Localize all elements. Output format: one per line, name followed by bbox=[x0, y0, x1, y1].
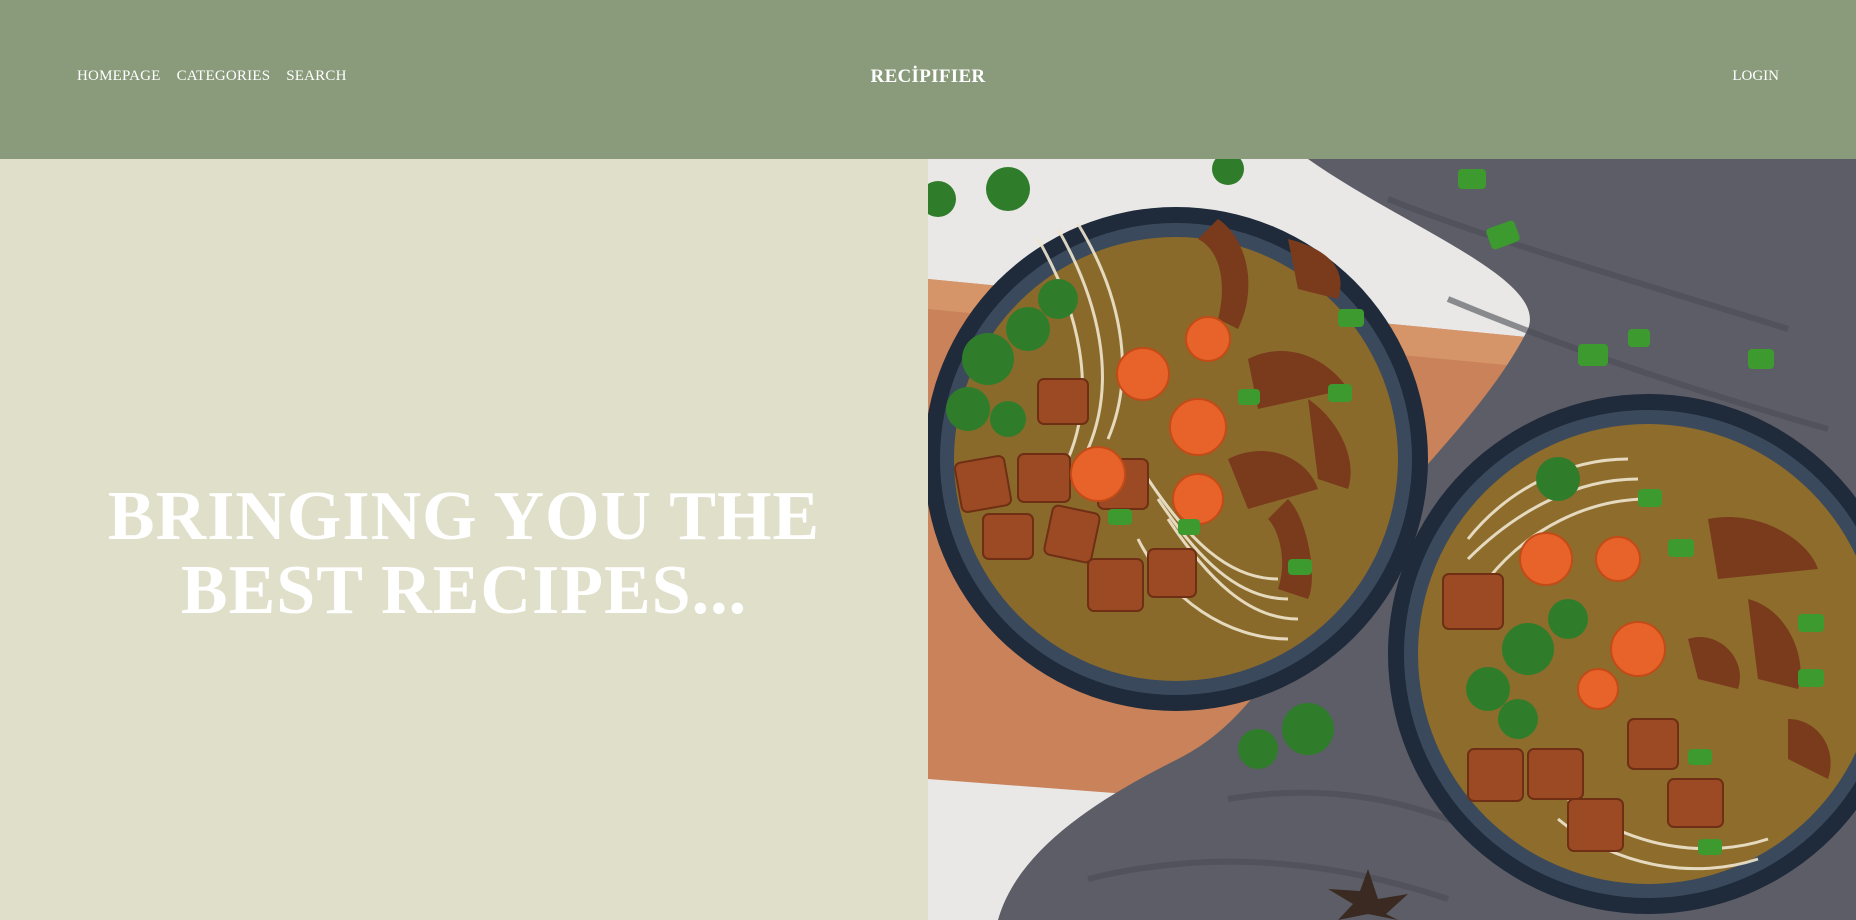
login-link[interactable]: LOGIN bbox=[1732, 68, 1779, 85]
hero-headline: BRINGING YOU THE BEST RECIPES... bbox=[0, 480, 928, 628]
noodle-bowls-illustration bbox=[928, 159, 1856, 920]
hero-food-image bbox=[928, 159, 1856, 920]
brand-logo-text[interactable]: RECİPIFIER bbox=[0, 66, 1856, 88]
top-navigation-bar: HOMEPAGE CATEGORIES SEARCH RECİPIFIER LO… bbox=[0, 0, 1856, 159]
hero-headline-line-2: BEST RECIPES... bbox=[180, 552, 748, 629]
hero-headline-line-1: BRINGING YOU THE bbox=[107, 478, 821, 555]
